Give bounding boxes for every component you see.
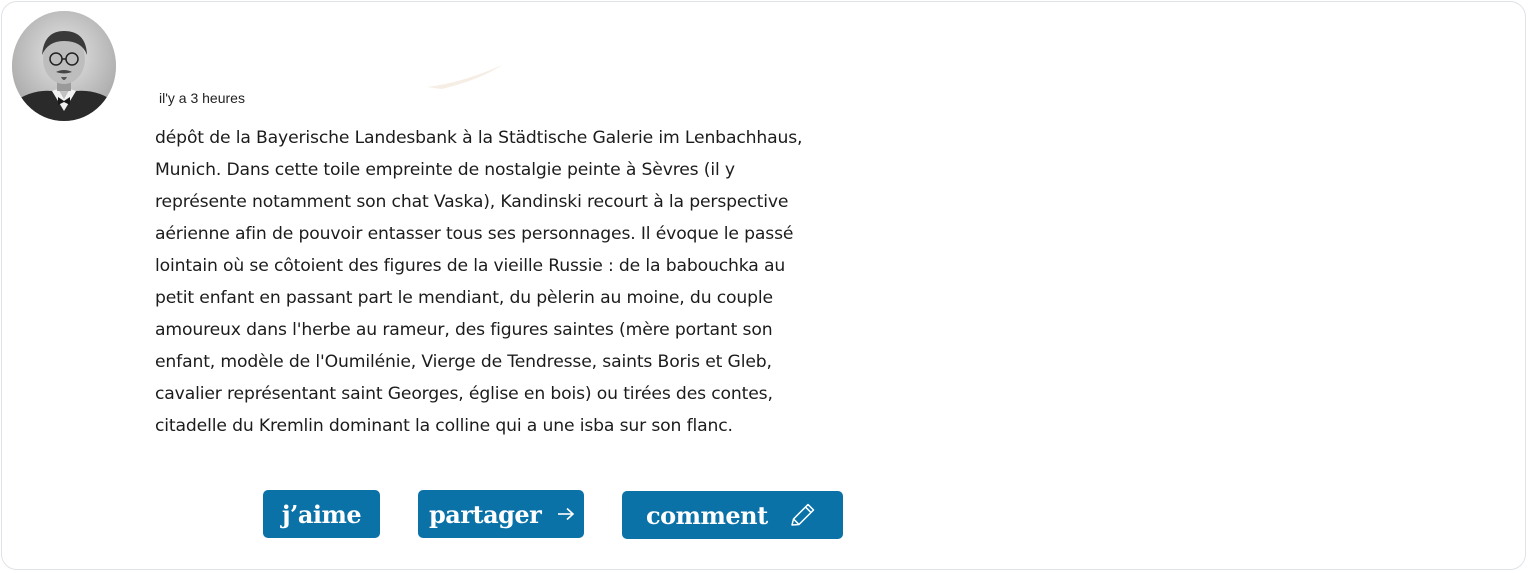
share-button[interactable]: partager <box>418 490 584 538</box>
like-button-label: j’aime <box>281 499 362 529</box>
comment-button[interactable]: comment <box>622 491 843 539</box>
share-button-label: partager <box>429 499 542 529</box>
like-button[interactable]: j’aime <box>263 490 380 538</box>
post-body: dépôt de la Bayerische Landesbank à la S… <box>155 128 803 436</box>
post-timestamp: il'y a 3 heures <box>159 90 245 106</box>
arrow-right-icon <box>557 507 575 521</box>
decorative-smudge <box>427 65 502 89</box>
avatar[interactable] <box>12 11 116 121</box>
comment-button-label: comment <box>646 500 768 530</box>
pencil-icon <box>789 502 817 528</box>
post-card: il'y a 3 heures dépôt de la Bayerische L… <box>1 1 1526 570</box>
